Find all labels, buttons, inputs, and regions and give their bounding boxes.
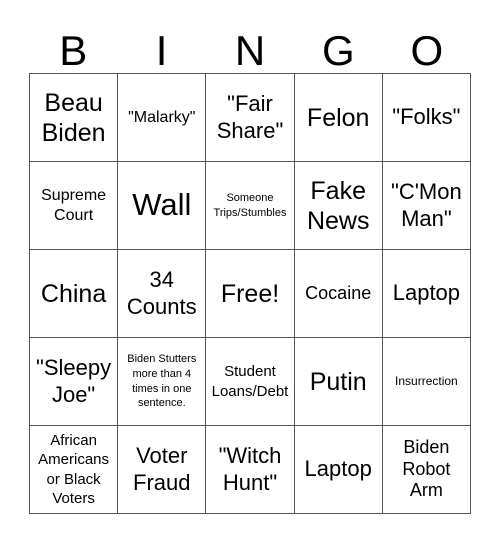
bingo-cell[interactable]: Fake News <box>294 162 383 250</box>
bingo-cell[interactable]: Insurrection <box>382 338 471 426</box>
header-letter-o: O <box>410 27 444 74</box>
bingo-card: Beau Biden "Malarky" "Fair Share" Felon … <box>29 73 471 514</box>
bingo-cell[interactable]: Biden Robot Arm <box>382 426 471 514</box>
bingo-cell[interactable]: "Sleepy Joe" <box>30 338 119 426</box>
bingo-cell[interactable]: "Folks" <box>382 74 471 162</box>
free-space[interactable]: Free! <box>206 250 295 338</box>
bingo-cell[interactable]: Biden Stutters more than 4 times in one … <box>118 338 207 426</box>
bingo-cell[interactable]: "Fair Share" <box>206 74 295 162</box>
bingo-header: B I N G O <box>29 28 471 73</box>
bingo-cell[interactable]: Cocaine <box>294 250 383 338</box>
bingo-cell[interactable]: Student Loans/Debt <box>206 338 295 426</box>
bingo-cell[interactable]: "Malarky" <box>118 74 207 162</box>
bingo-cell[interactable]: Wall <box>118 162 207 250</box>
header-letter-g: G <box>322 27 355 74</box>
bingo-cell[interactable]: African Americans or Black Voters <box>30 426 119 514</box>
bingo-cell[interactable]: Laptop <box>382 250 471 338</box>
bingo-cell[interactable]: Putin <box>294 338 383 426</box>
header-letter-n: N <box>234 27 266 74</box>
bingo-cell[interactable]: Laptop <box>294 426 383 514</box>
bingo-cell[interactable]: Beau Biden <box>30 74 119 162</box>
bingo-cell[interactable]: Felon <box>294 74 383 162</box>
header-letter-i: I <box>155 27 168 74</box>
header-letter-b: B <box>59 27 88 74</box>
bingo-cell[interactable]: "Witch Hunt" <box>206 426 295 514</box>
bingo-cell[interactable]: 34 Counts <box>118 250 207 338</box>
bingo-cell[interactable]: Someone Trips/Stumbles <box>206 162 295 250</box>
bingo-cell[interactable]: Supreme Court <box>30 162 119 250</box>
bingo-cell[interactable]: "C'Mon Man" <box>382 162 471 250</box>
bingo-cell[interactable]: China <box>30 250 119 338</box>
bingo-cell[interactable]: Voter Fraud <box>118 426 207 514</box>
